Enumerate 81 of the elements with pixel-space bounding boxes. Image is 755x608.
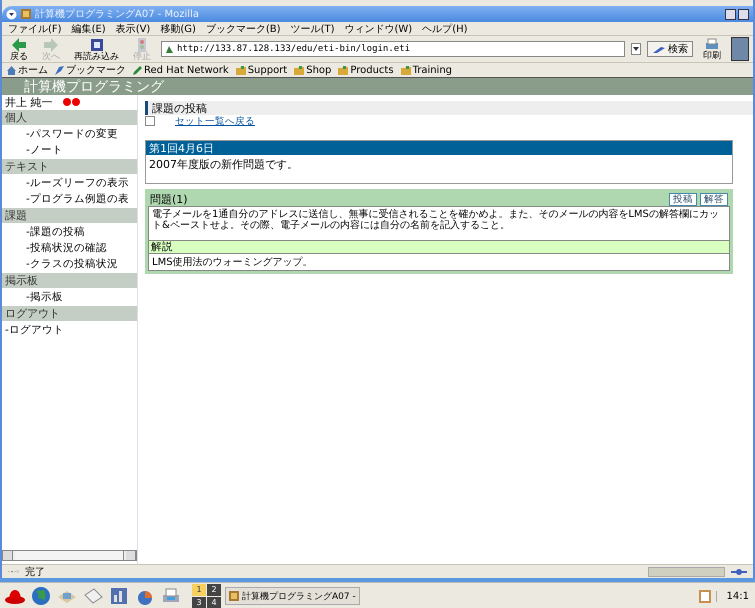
problem-button[interactable]: 解答 (700, 192, 728, 206)
back-arrow-icon (10, 36, 28, 52)
problem-title: 問題(1) (150, 192, 188, 206)
note-title: 解説 (148, 241, 730, 254)
status-dots-icon (62, 98, 80, 106)
bookmark-link[interactable]: ブックマーク (54, 63, 126, 77)
sidebar-section-header: 個人 (2, 110, 137, 125)
bookmark-link[interactable]: Support (234, 64, 288, 76)
window-title: 計算機プログラミングA07 - Mozilla (35, 8, 199, 21)
bookmark-link[interactable]: Products (337, 64, 394, 76)
bookmark-link[interactable]: ホーム (6, 63, 48, 77)
sidebar-toggle-button[interactable] (731, 37, 749, 61)
clipboard-icon[interactable] (698, 588, 712, 604)
folder-icon (293, 64, 306, 76)
expand-icon (145, 116, 155, 126)
note-text: LMS使用法のウォーミングアップ。 (148, 254, 730, 271)
site-header: 計算機プログラミング (2, 78, 753, 95)
maximize-button[interactable] (738, 8, 749, 20)
forward-arrow-icon (42, 36, 60, 52)
app-icon (229, 591, 239, 601)
problem-button[interactable]: 投稿 (669, 192, 697, 206)
sidebar-section-header: テキスト (2, 159, 137, 174)
menu-item[interactable]: ウィンドウ(W) (344, 22, 412, 36)
workspace-button[interactable]: 1 (192, 584, 206, 596)
menu-item[interactable]: ツール(T) (290, 22, 334, 36)
sidebar-item[interactable]: -ノート (2, 142, 137, 158)
workspace-button[interactable]: 2 (207, 584, 221, 596)
sidebar-item[interactable]: -パスワードの変更 (2, 126, 137, 142)
toolbar-button[interactable]: 戻る (6, 36, 32, 62)
folder-icon (234, 64, 247, 76)
window-menu-icon[interactable] (6, 8, 17, 20)
house-icon (6, 64, 17, 76)
caret-icon (633, 46, 639, 50)
pen-icon (132, 64, 143, 76)
sidebar-item[interactable]: -クラスの投稿状況 (2, 256, 137, 272)
sidebar-section-header: ログアウト (2, 306, 137, 321)
page-heading: 課題の投稿 (145, 101, 753, 115)
sidebar-item[interactable]: -プログラム例題の表 (2, 191, 137, 207)
sidebar-section-header: 課題 (2, 208, 137, 223)
page-icon (165, 44, 174, 54)
printer-icon (704, 38, 720, 52)
back-link[interactable]: セット一覧へ戻る (175, 114, 255, 128)
bookmark-link[interactable]: Red Hat Network (132, 64, 229, 76)
menu-item[interactable]: ブックマーク(B) (206, 22, 281, 36)
problem-text: 電子メールを1通自分のアドレスに送信し、無事に受信されることを確かめよ。また、そのメールの内容をLMSの解答欄にカット&ペーストせよ。その際、電子メールの内容には自分の名前を記入すること。 (148, 206, 730, 241)
sidebar-section-header: 掲示板 (2, 273, 137, 288)
bookmark-link[interactable]: Shop (293, 64, 332, 76)
toolbar-button[interactable]: 再読み込み (70, 36, 123, 62)
sidebar-item[interactable]: -ログアウト (2, 322, 137, 338)
sidebar-item[interactable]: -投稿状況の確認 (2, 240, 137, 256)
workspace-button[interactable]: 3 (192, 596, 206, 608)
clock: 14:1 (716, 590, 751, 602)
chart-icon[interactable] (108, 585, 130, 607)
dropdown-button[interactable] (631, 43, 641, 55)
bookmark-icon (54, 64, 65, 76)
pen-icon (652, 44, 666, 54)
workspace-button[interactable]: 4 (207, 596, 221, 608)
app-icon (21, 9, 31, 19)
sidebar-item[interactable]: -掲示板 (2, 289, 137, 305)
menu-item[interactable]: 表示(V) (116, 22, 150, 36)
folder-icon (337, 64, 350, 76)
horizontal-scrollbar[interactable] (2, 550, 137, 561)
folder-icon (400, 64, 412, 76)
sidebar-item[interactable]: -ルーズリーフの表示 (2, 175, 137, 191)
connection-icon (731, 568, 747, 576)
menu-item[interactable]: ヘルプ(H) (422, 22, 468, 36)
session-title: 第1回4月6日 (146, 141, 732, 155)
task-button[interactable]: 計算機プログラミングA07 - (225, 587, 360, 605)
minimize-button[interactable] (725, 8, 736, 20)
search-button[interactable]: 検索 (647, 41, 693, 57)
user-name: 井上 純一 (5, 94, 52, 110)
menu-item[interactable]: 移動(G) (160, 22, 196, 36)
globe-icon[interactable] (30, 585, 52, 607)
bookmark-link[interactable]: Training (400, 64, 452, 76)
menu-item[interactable]: ファイル(F) (8, 22, 62, 36)
menu-item[interactable]: 編集(E) (72, 22, 106, 36)
address-field[interactable]: http://133.87.128.133/edu/eti-bin/login.eti (161, 41, 625, 57)
session-text: 2007年度版の新作問題です。 (148, 157, 299, 173)
status-text: 完了 (25, 566, 45, 578)
sidebar-item[interactable]: -課題の投稿 (2, 224, 137, 240)
print-button[interactable]: 印刷 (699, 38, 725, 60)
